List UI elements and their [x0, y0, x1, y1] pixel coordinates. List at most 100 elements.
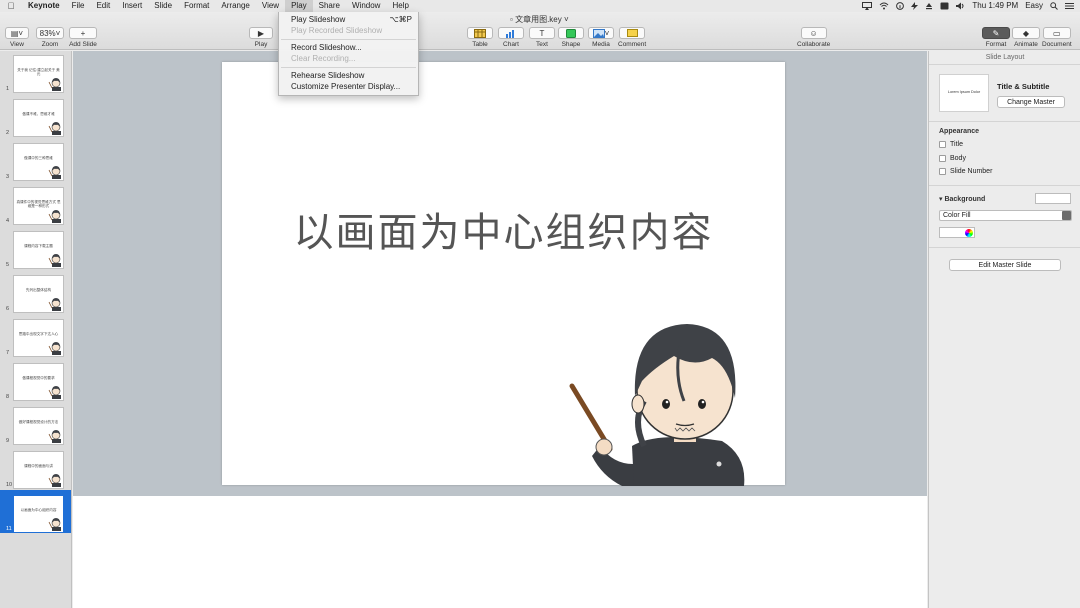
- zoom-value: 83%: [39, 28, 56, 38]
- slide-thumbnail[interactable]: 做课中的三种思维: [13, 143, 64, 181]
- text-icon: T: [529, 27, 555, 39]
- wifi-icon[interactable]: [879, 2, 889, 10]
- menu-slide[interactable]: Slide: [148, 0, 178, 12]
- color-wheel-icon[interactable]: [965, 229, 973, 237]
- slide-title[interactable]: 以画面为中心组织内容: [222, 200, 785, 258]
- title-checkbox[interactable]: [939, 141, 946, 148]
- body-checkbox-row[interactable]: Body: [939, 155, 966, 162]
- display-icon[interactable]: [940, 2, 949, 10]
- mini-character-icon: [48, 430, 61, 443]
- slide-number: 11: [6, 526, 12, 532]
- slide-number: 7: [6, 350, 10, 356]
- menu-share[interactable]: Share: [313, 0, 346, 12]
- slide-thumbnail[interactable]: 以画面为中心组织内容: [13, 495, 64, 533]
- menu-format[interactable]: Format: [178, 0, 215, 12]
- teacher-illustration[interactable]: [562, 306, 762, 486]
- format-tab[interactable]: ✎ Format: [982, 27, 1010, 48]
- document-tab[interactable]: ▭ Document: [1042, 27, 1072, 48]
- chart-button[interactable]: Chart: [498, 27, 524, 48]
- slide-thumbnail[interactable]: 思路中出现文字下达人心: [13, 319, 64, 357]
- slide-number: 6: [6, 306, 10, 312]
- volume-icon[interactable]: [956, 2, 965, 10]
- title-checkbox-row[interactable]: Title: [939, 141, 963, 148]
- zoom-control[interactable]: 83% ˅ Zoom: [36, 27, 64, 48]
- eject-icon[interactable]: [925, 2, 933, 10]
- play-slideshow-shortcut: ⌥⌘P: [389, 15, 412, 24]
- slide-thumbnail[interactable]: 课程内容下载主题: [13, 231, 64, 269]
- view-button[interactable]: ▤˅ View: [5, 27, 29, 48]
- apple-icon[interactable]: : [0, 1, 22, 11]
- change-master-button[interactable]: Change Master: [997, 96, 1065, 108]
- slide-thumbnail[interactable]: 真课件中的视觉思维方式 思维是一种形式: [13, 187, 64, 225]
- customize-presenter-display-item[interactable]: Customize Presenter Display...: [291, 81, 412, 92]
- color-well[interactable]: [939, 227, 975, 238]
- clear-recording-item: Clear Recording...: [291, 54, 356, 63]
- text-button[interactable]: T Text: [529, 27, 555, 48]
- menu-keynote[interactable]: Keynote: [22, 0, 66, 12]
- animate-tab[interactable]: ◆ Animate: [1012, 27, 1040, 48]
- airplay-icon[interactable]: [862, 2, 873, 10]
- slide-number-checkbox[interactable]: [939, 168, 946, 175]
- table-button[interactable]: Table: [467, 27, 493, 48]
- slide-number: 10: [6, 482, 13, 488]
- slide-number: 4: [6, 218, 10, 224]
- list-icon[interactable]: [1065, 2, 1074, 10]
- menu-play[interactable]: Play: [285, 0, 313, 12]
- document-title[interactable]: ▫ 文章用图.key ˅: [510, 14, 569, 25]
- slide-canvas[interactable]: 以画面为中心组织内容: [222, 62, 785, 486]
- master-name: Title & Subtitle: [997, 82, 1050, 91]
- slide-number-checkbox-row[interactable]: Slide Number: [939, 168, 992, 175]
- slide-number: 3: [6, 174, 10, 180]
- paintbrush-icon: ✎: [982, 27, 1010, 39]
- slide-thumbnail-text: 课程中的面面与讲: [24, 464, 53, 468]
- fill-type-select[interactable]: Color Fill: [939, 210, 1072, 221]
- menu-help[interactable]: Help: [386, 0, 414, 12]
- bolt-icon[interactable]: [911, 2, 919, 10]
- search-icon[interactable]: [1050, 2, 1058, 10]
- shape-button[interactable]: Shape: [558, 27, 584, 48]
- background-color-swatch[interactable]: [1035, 193, 1071, 204]
- menu-edit[interactable]: Edit: [90, 0, 116, 12]
- slide-navigator[interactable]: 关于我 记住:建立起关于 美元 1 做课不难，思维才难 2 做课中的三种思维 3 真课件中的…: [0, 51, 72, 608]
- body-checkbox[interactable]: [939, 155, 946, 162]
- user-name[interactable]: Easy: [1025, 0, 1043, 12]
- inspector-divider: [929, 121, 1080, 122]
- info-icon[interactable]: [896, 2, 905, 10]
- slide-thumbnail[interactable]: 做课程视觉中的要求: [13, 363, 64, 401]
- edit-master-slide-button[interactable]: Edit Master Slide: [949, 259, 1061, 271]
- slide-thumbnail[interactable]: 课程中的面面与讲: [13, 451, 64, 489]
- media-button[interactable]: ˅ Media: [588, 27, 614, 48]
- mini-character-icon: [48, 342, 61, 355]
- appearance-label: Appearance: [939, 128, 980, 135]
- canvas-lower-area[interactable]: [73, 496, 927, 608]
- inspector-divider: [929, 185, 1080, 186]
- view-icon: ▤˅: [5, 27, 29, 39]
- document-tab-icon: ▭: [1042, 27, 1071, 39]
- slide-thumbnail[interactable]: 先列出整体结构: [13, 275, 64, 313]
- slide-thumbnail[interactable]: 关于我 记住:建立起关于 美元: [13, 55, 64, 93]
- menu-file[interactable]: File: [66, 0, 91, 12]
- play-button[interactable]: ▶ Play: [249, 27, 273, 48]
- menu-arrange[interactable]: Arrange: [215, 0, 255, 12]
- comment-icon: [619, 27, 646, 39]
- slide-thumbnail-text: 课程内容下载主题: [24, 244, 53, 248]
- master-thumbnail[interactable]: Lorem Ipsum Dolor: [939, 74, 989, 112]
- disclosure-triangle-icon: ▾: [939, 196, 943, 203]
- clock[interactable]: Thu 1:49 PM: [972, 0, 1018, 12]
- comment-button[interactable]: Comment: [618, 27, 646, 48]
- slide-thumbnail-text: 真课件中的视觉思维方式 思维是一种形式: [16, 200, 61, 208]
- play-icon: ▶: [249, 27, 273, 39]
- menu-insert[interactable]: Insert: [116, 0, 148, 12]
- menu-window[interactable]: Window: [346, 0, 386, 12]
- slide-thumbnail[interactable]: 做好课程视觉设计的方法: [13, 407, 64, 445]
- background-label[interactable]: ▾ Background: [939, 195, 985, 203]
- slide-thumbnail[interactable]: 做课不难，思维才难: [13, 99, 64, 137]
- rehearse-slideshow-item[interactable]: Rehearse Slideshow: [291, 70, 412, 81]
- add-slide-button[interactable]: + Add Slide: [69, 27, 97, 48]
- play-slideshow-item[interactable]: Play Slideshow ⌥⌘P: [291, 14, 412, 25]
- collaborate-button[interactable]: ☺ Collaborate: [797, 27, 830, 48]
- record-slideshow-item[interactable]: Record Slideshow...: [291, 42, 412, 53]
- slide-thumbnail-text: 做课不难，思维才难: [22, 112, 55, 116]
- menu-view[interactable]: View: [256, 0, 285, 12]
- slide-thumbnail-text: 做课程视觉中的要求: [22, 376, 55, 380]
